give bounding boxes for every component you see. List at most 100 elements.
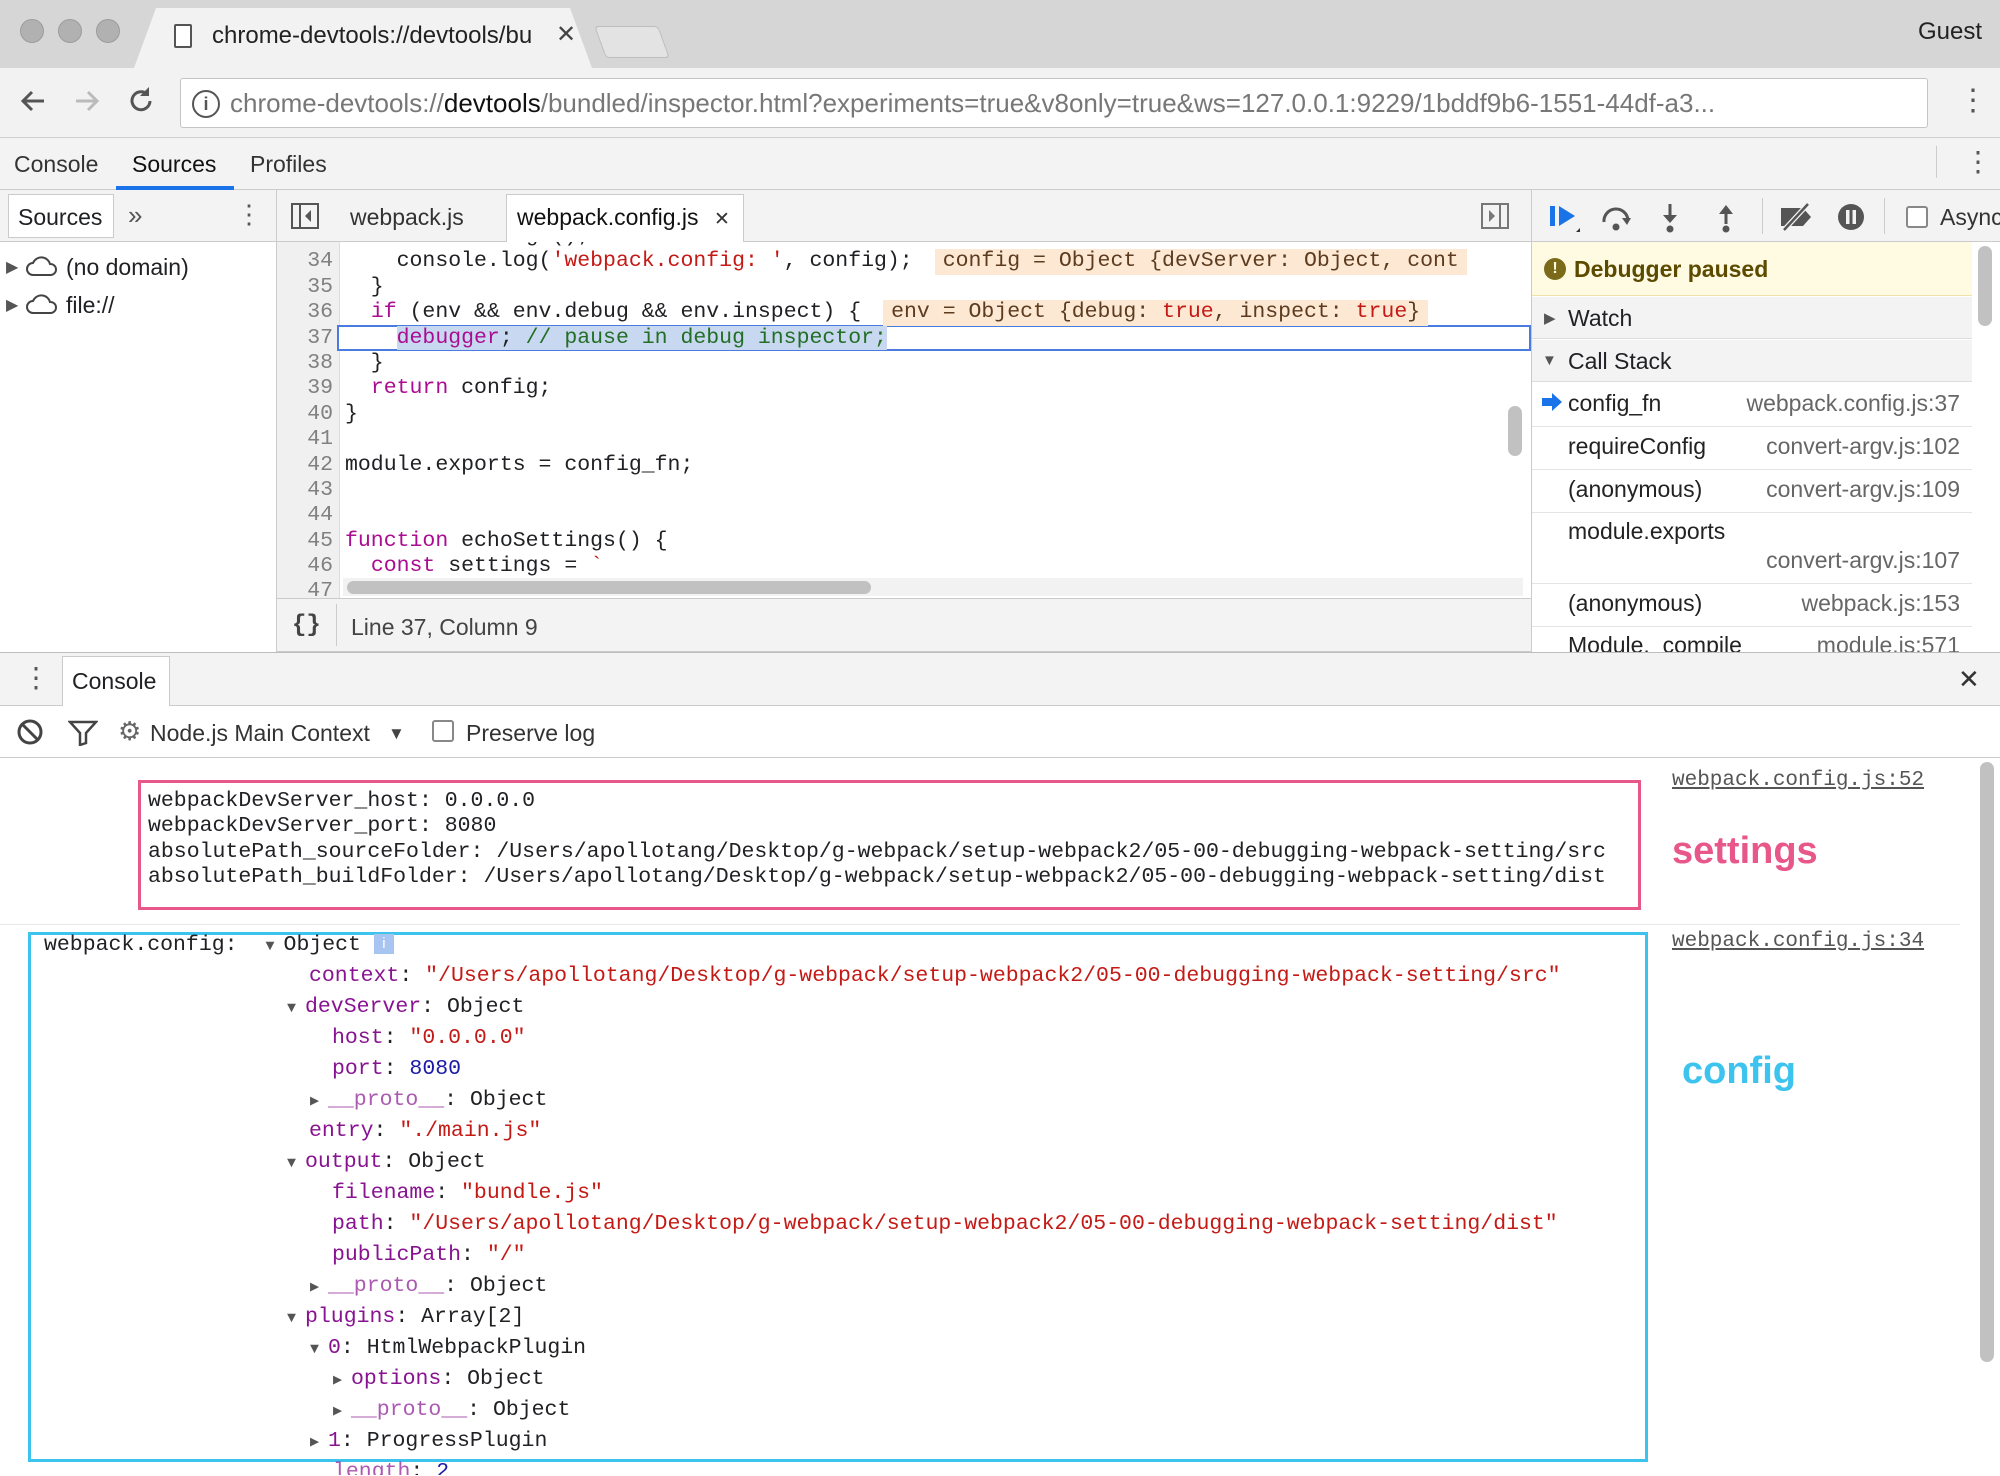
- code-line[interactable]: 45 function echoSettings() {: [277, 529, 1531, 554]
- editor-hscrollbar[interactable]: [347, 581, 871, 594]
- context-selector[interactable]: Node.js Main Context: [150, 720, 370, 747]
- close-tab-icon[interactable]: ✕: [556, 20, 576, 49]
- code-line[interactable]: 46 const settings = `: [277, 554, 1531, 579]
- info-icon[interactable]: i: [373, 934, 394, 955]
- close-drawer-icon[interactable]: ✕: [1958, 664, 1980, 695]
- code-line[interactable]: 39 return config;: [277, 376, 1531, 401]
- clear-console-icon[interactable]: [16, 718, 44, 746]
- expand-arrow-icon[interactable]: ▶: [333, 1396, 351, 1427]
- async-checkbox[interactable]: [1906, 206, 1928, 228]
- line-number[interactable]: 42: [277, 453, 333, 478]
- editor-tab-webpack-js[interactable]: webpack.js: [350, 204, 464, 231]
- more-tabs-icon[interactable]: »: [128, 200, 142, 231]
- code-line[interactable]: 40}: [277, 402, 1531, 427]
- url-text[interactable]: chrome-devtools://devtools/bundled/inspe…: [230, 88, 1920, 119]
- tree-row[interactable]: ▼ devServer: Object: [44, 992, 1644, 1023]
- pretty-print-icon[interactable]: {}: [292, 612, 321, 639]
- line-number[interactable]: 45: [277, 529, 333, 554]
- call-frame[interactable]: (anonymous) webpack.js:153: [1568, 590, 1960, 620]
- close-tab-icon[interactable]: ✕: [714, 208, 730, 231]
- line-number[interactable]: 34: [277, 249, 333, 274]
- drawer-menu-icon[interactable]: ⋮: [22, 664, 50, 692]
- call-frame[interactable]: Module._compile module.js:571: [1568, 632, 1960, 652]
- profile-label[interactable]: Guest: [1918, 18, 1982, 46]
- toggle-navigator-icon[interactable]: [290, 202, 320, 230]
- console-scrollbar[interactable]: [1980, 762, 1994, 1362]
- config-object-tree[interactable]: webpack.config: ▼ Object i context: "/User…: [44, 930, 1644, 1475]
- collapse-arrow-icon[interactable]: ▼: [287, 1303, 305, 1334]
- resume-icon[interactable]: [1548, 202, 1584, 234]
- back-icon[interactable]: [16, 84, 50, 118]
- info-icon[interactable]: i: [192, 90, 220, 118]
- tab-sources[interactable]: Sources: [132, 151, 216, 178]
- line-number[interactable]: 38: [277, 351, 333, 376]
- tree-row[interactable]: ▶ options: Object: [44, 1364, 1644, 1395]
- code-line[interactable]: 37 debugger; // pause in debug inspector…: [277, 325, 1531, 351]
- maximize-window-button[interactable]: [96, 19, 120, 43]
- chevron-down-icon[interactable]: ▼: [388, 724, 405, 744]
- preserve-log-checkbox[interactable]: [432, 720, 454, 742]
- reload-icon[interactable]: [124, 84, 158, 118]
- line-number[interactable]: 36: [277, 300, 333, 325]
- close-window-button[interactable]: [20, 19, 44, 43]
- step-into-icon[interactable]: [1658, 202, 1682, 234]
- navigator-menu-icon[interactable]: ⋮: [236, 200, 262, 228]
- tab-console[interactable]: Console: [14, 151, 98, 178]
- toggle-debugger-icon[interactable]: [1480, 202, 1510, 230]
- tree-row[interactable]: ▶ __proto__: Object: [44, 1271, 1644, 1302]
- line-number[interactable]: 39: [277, 376, 333, 401]
- sidebar-scrollbar[interactable]: [1978, 246, 1992, 326]
- code-line[interactable]: 42 module.exports = config_fn;: [277, 453, 1531, 478]
- expand-arrow-icon[interactable]: ▶: [6, 257, 24, 277]
- editor-vscrollbar[interactable]: [1508, 406, 1522, 456]
- line-number[interactable]: 37: [277, 326, 333, 351]
- call-frame[interactable]: (anonymous) convert-argv.js:109: [1568, 476, 1960, 506]
- code-line[interactable]: 33 echoSettings();: [277, 242, 1531, 249]
- minimize-window-button[interactable]: [58, 19, 82, 43]
- code-line[interactable]: 35 }: [277, 275, 1531, 300]
- line-number[interactable]: 46: [277, 554, 333, 579]
- tree-row[interactable]: ▶ __proto__: Object: [44, 1085, 1644, 1116]
- pause-on-exceptions-icon[interactable]: [1836, 202, 1866, 232]
- tree-row[interactable]: ▼ output: Object: [44, 1147, 1644, 1178]
- expand-arrow-icon[interactable]: ▶: [310, 1086, 328, 1117]
- collapse-arrow-icon[interactable]: ▼: [1542, 352, 1557, 369]
- filter-icon[interactable]: [68, 720, 98, 746]
- expand-arrow-icon[interactable]: ▶: [6, 295, 24, 315]
- call-frame[interactable]: config_fn webpack.config.js:37: [1568, 390, 1960, 420]
- code-line[interactable]: 38 }: [277, 351, 1531, 376]
- collapse-arrow-icon[interactable]: ▼: [266, 931, 284, 962]
- browser-menu-icon[interactable]: ⋮: [1958, 86, 1988, 116]
- line-number[interactable]: 33: [277, 242, 333, 249]
- line-number[interactable]: 44: [277, 503, 333, 528]
- tree-row[interactable]: ▼ 0: HtmlWebpackPlugin: [44, 1333, 1644, 1364]
- line-number[interactable]: 35: [277, 275, 333, 300]
- tree-row[interactable]: ▶ __proto__: Object: [44, 1395, 1644, 1426]
- collapse-arrow-icon[interactable]: ▼: [287, 993, 305, 1024]
- expand-arrow-icon[interactable]: ▶: [310, 1427, 328, 1458]
- call-frame[interactable]: module.exports convert-argv.js:107: [1568, 518, 1960, 576]
- line-number[interactable]: 41: [277, 427, 333, 452]
- deactivate-breakpoints-icon[interactable]: [1778, 202, 1814, 232]
- code-line[interactable]: 36 if (env && env.debug && env.inspect) …: [277, 300, 1531, 326]
- code-line[interactable]: 34 console.log('webpack.config: ', confi…: [277, 249, 1531, 275]
- tree-item-file[interactable]: ▶ file://: [6, 290, 115, 320]
- tree-row[interactable]: ▶ 1: ProgressPlugin: [44, 1426, 1644, 1457]
- expand-arrow-icon[interactable]: ▶: [310, 1272, 328, 1303]
- devtools-menu-icon[interactable]: ⋮: [1964, 148, 1992, 176]
- tree-item-no-domain[interactable]: ▶ (no domain): [6, 252, 189, 282]
- source-link[interactable]: webpack.config.js:52: [1672, 769, 1924, 792]
- tree-row-root[interactable]: webpack.config: ▼ Object i: [44, 930, 1644, 961]
- new-tab-button[interactable]: [594, 26, 670, 58]
- code-line[interactable]: 43: [277, 478, 1531, 503]
- call-frame[interactable]: requireConfig convert-argv.js:102: [1568, 433, 1960, 463]
- expand-arrow-icon[interactable]: ▶: [333, 1365, 351, 1396]
- line-number[interactable]: 40: [277, 402, 333, 427]
- collapse-arrow-icon[interactable]: ▼: [310, 1334, 328, 1365]
- expand-arrow-icon[interactable]: ▶: [1544, 309, 1556, 327]
- line-number[interactable]: 43: [277, 478, 333, 503]
- tab-profiles[interactable]: Profiles: [250, 151, 327, 178]
- source-link[interactable]: webpack.config.js:34: [1672, 930, 1924, 953]
- step-over-icon[interactable]: [1600, 204, 1636, 232]
- collapse-arrow-icon[interactable]: ▼: [287, 1148, 305, 1179]
